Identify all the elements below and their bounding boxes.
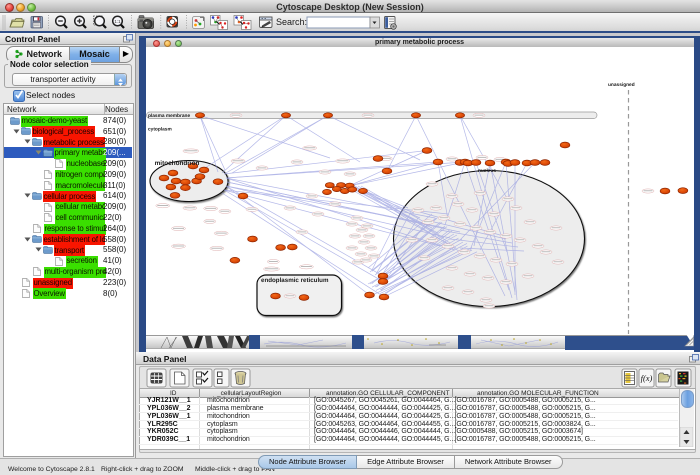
svg-text:endoplasmic reticulum: endoplasmic reticulum bbox=[261, 277, 328, 284]
svg-text:1:1: 1:1 bbox=[114, 19, 121, 24]
svg-text:unassigned: unassigned bbox=[608, 82, 635, 88]
svg-text:mitochondrion: mitochondrion bbox=[155, 159, 200, 167]
svg-text:f(x): f(x) bbox=[641, 373, 653, 383]
svg-text:cytoplasm: cytoplasm bbox=[148, 127, 172, 133]
svg-text:plasma membrane: plasma membrane bbox=[148, 113, 190, 119]
svg-text:Search:: Search: bbox=[276, 17, 307, 27]
svg-text:nucleus: nucleus bbox=[478, 168, 496, 174]
